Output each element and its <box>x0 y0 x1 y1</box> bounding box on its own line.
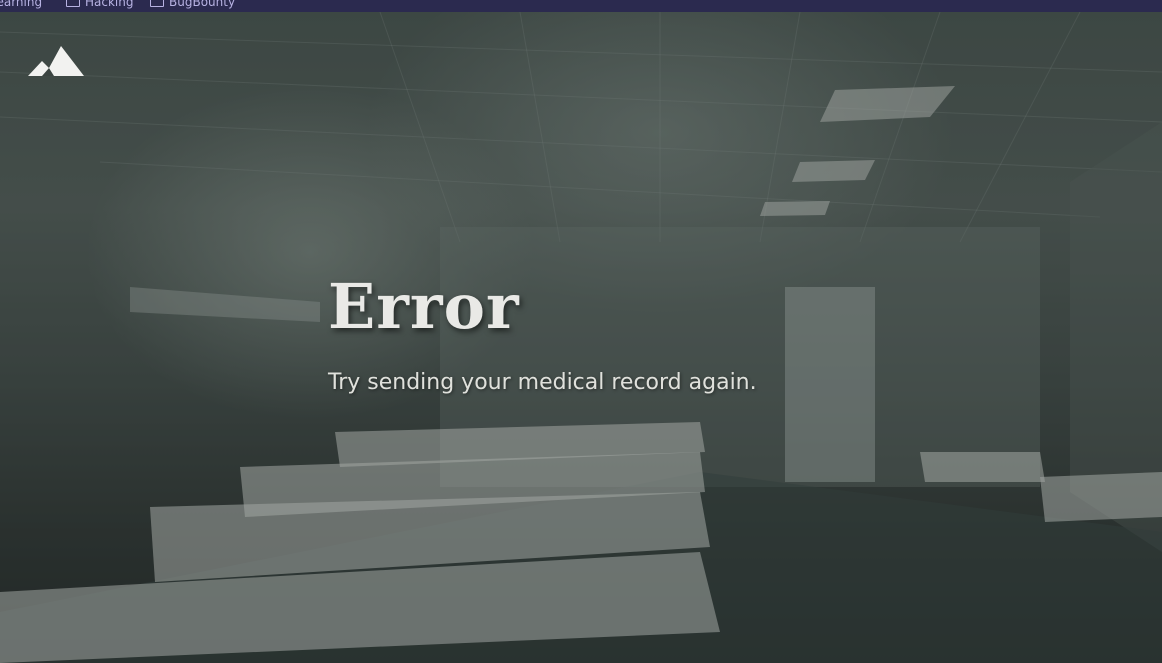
hero-background: Error Try sending your medical record ag… <box>0 12 1162 663</box>
bookmark-label: Hacking <box>85 0 134 9</box>
error-title: Error <box>328 270 520 343</box>
bookmarks-bar: Learning Hacking BugBounty <box>0 0 1162 12</box>
bookmark-learning[interactable]: Learning <box>0 0 42 10</box>
folder-icon <box>150 0 164 7</box>
bookmark-label: BugBounty <box>169 0 236 9</box>
error-content: Error Try sending your medical record ag… <box>328 270 757 396</box>
bookmark-hacking[interactable]: Hacking <box>66 0 133 10</box>
bookmark-label: Learning <box>0 0 43 9</box>
folder-icon <box>66 0 80 7</box>
error-message: Try sending your medical record again. <box>328 370 757 395</box>
mountain-logo-icon[interactable] <box>28 46 84 76</box>
bookmark-bugbounty[interactable]: BugBounty <box>150 0 235 10</box>
